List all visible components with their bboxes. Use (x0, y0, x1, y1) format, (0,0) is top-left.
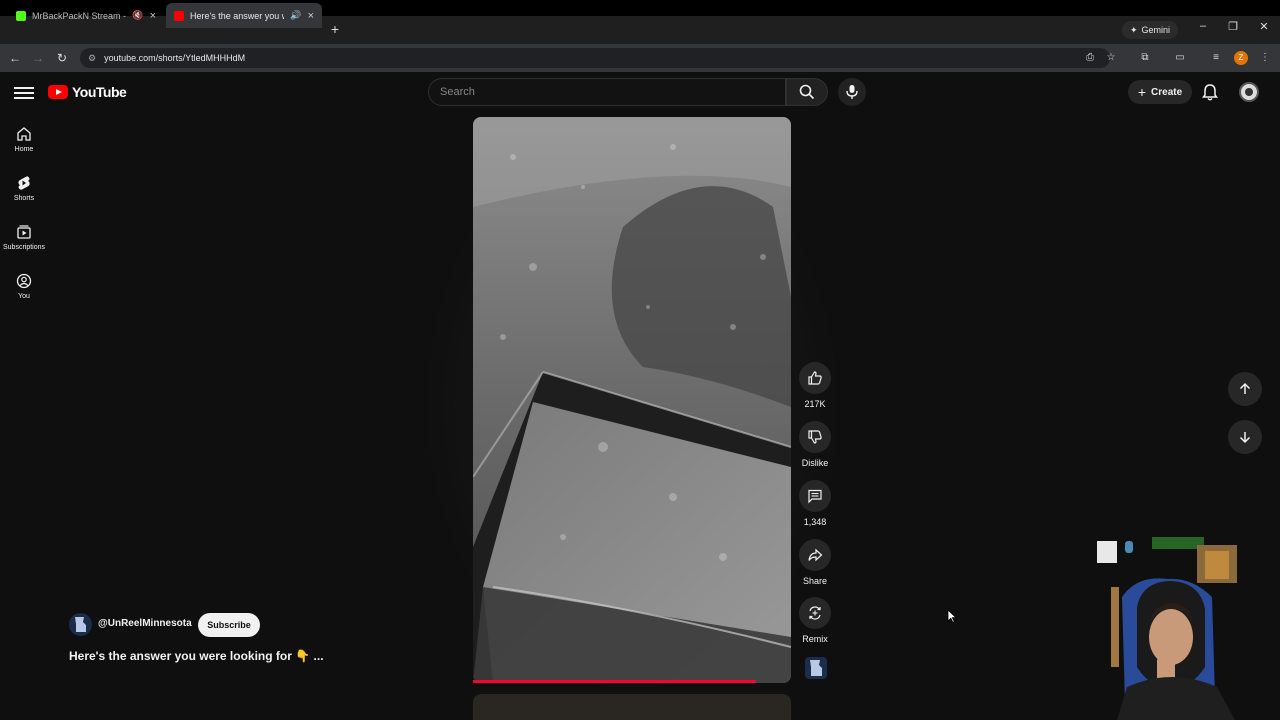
sidebar-panel-icon[interactable]: ▭ (1171, 49, 1189, 67)
youtube-favicon-icon (174, 10, 184, 21)
account-avatar[interactable] (1239, 82, 1259, 102)
home-icon (17, 127, 31, 141)
remix-label: Remix (802, 634, 828, 644)
sidebar-item-label: Subscriptions (2, 244, 46, 251)
search-button[interactable] (786, 78, 828, 106)
minimize-button[interactable]: – (1193, 20, 1213, 32)
extensions-icon[interactable]: ⧉ (1136, 49, 1154, 67)
like-button[interactable]: 217K (799, 362, 831, 409)
muted-audio-icon[interactable]: 🔇 (132, 10, 143, 21)
subscriptions-icon (17, 225, 31, 239)
sidebar-item-shorts[interactable]: Shorts (0, 175, 48, 202)
tab-close-icon[interactable]: × (308, 10, 314, 22)
share-label: Share (802, 576, 828, 586)
new-tab-button[interactable]: + (328, 20, 342, 38)
address-bar[interactable]: ⚙ youtube.com/shorts/YtledMHHHdM (80, 48, 1110, 68)
comment-count: 1,348 (803, 517, 827, 527)
restore-button[interactable]: ❐ (1223, 20, 1243, 33)
channel-name[interactable]: @UnReelMinnesota (98, 618, 192, 629)
you-icon (16, 273, 32, 289)
sparkle-icon: ✦ (1130, 24, 1138, 35)
audio-playing-icon[interactable]: 🔊 (290, 10, 301, 21)
dislike-button[interactable]: Dislike (799, 421, 831, 468)
profile-avatar[interactable]: Z (1234, 51, 1248, 65)
dislike-label: Dislike (801, 458, 829, 468)
thumbs-up-icon (808, 371, 822, 385)
next-short-preview (473, 694, 791, 720)
sidebar-item-you[interactable]: You (0, 273, 48, 300)
tab-youtube-short[interactable]: Here's the answer you were 🔊 × (166, 3, 322, 28)
youtube-logo[interactable]: YouTube (48, 84, 127, 100)
plus-icon: + (1137, 84, 1147, 100)
browser-menu-icon[interactable]: ⋮ (1256, 49, 1274, 67)
tab-close-icon[interactable]: × (150, 10, 156, 22)
thumbs-down-icon (808, 430, 822, 444)
streamer-webcam-overlay (1097, 537, 1263, 720)
channel-avatar[interactable] (69, 613, 92, 636)
youtube-wordmark: YouTube (72, 84, 127, 100)
bookmark-star-icon[interactable]: ☆ (1102, 49, 1120, 67)
create-label: Create (1151, 86, 1183, 98)
short-title[interactable]: Here's the answer you were looking for 👇… (69, 649, 324, 663)
comment-icon (808, 489, 822, 504)
sidebar-item-home[interactable]: Home (0, 126, 48, 153)
youtube-play-logo-icon (48, 85, 68, 99)
search-input[interactable]: Search (428, 78, 786, 106)
tab-title: MrBackPackN Stream - Wa (32, 10, 127, 21)
media-controls-icon[interactable]: ≡ (1207, 49, 1225, 67)
url-text: youtube.com/shorts/YtledMHHHdM (104, 53, 246, 63)
tab-title: Here's the answer you were (190, 10, 284, 21)
next-short-button[interactable] (1228, 420, 1262, 454)
remix-icon (809, 606, 821, 620)
subscribe-button[interactable]: Subscribe (198, 613, 260, 637)
search-icon (799, 84, 815, 100)
window-close-button[interactable]: ✕ (1254, 20, 1274, 33)
hamburger-menu-icon[interactable] (14, 85, 34, 101)
forward-button[interactable]: → (29, 49, 47, 67)
gemini-label: Gemini (1141, 25, 1171, 35)
kick-favicon-icon (16, 10, 26, 21)
ice-hole-video-frame (473, 117, 791, 683)
create-button[interactable]: + Create (1128, 80, 1192, 104)
share-button[interactable]: Share (799, 539, 831, 586)
shorts-icon (18, 176, 30, 190)
reload-button[interactable]: ↻ (53, 49, 71, 67)
video-progress-bar[interactable] (473, 680, 756, 683)
webcam-feed (1097, 537, 1237, 720)
voice-search-button[interactable] (838, 78, 866, 106)
comments-button[interactable]: 1,348 (799, 480, 831, 527)
like-count: 217K (804, 399, 826, 409)
microphone-icon (846, 85, 858, 99)
previous-short-button[interactable] (1228, 372, 1262, 406)
sidebar-item-label: Home (14, 146, 34, 153)
tab-kick-stream[interactable]: MrBackPackN Stream - Wa 🔇 × (8, 3, 164, 28)
mouse-cursor-icon (947, 609, 957, 623)
arrow-up-icon (1239, 382, 1251, 394)
share-icon (808, 548, 823, 562)
sidebar-item-subscriptions[interactable]: Subscriptions (0, 224, 48, 251)
gemini-button[interactable]: ✦ Gemini (1122, 21, 1179, 39)
short-video-player[interactable] (473, 117, 791, 683)
arrow-down-icon (1239, 432, 1251, 444)
remix-button[interactable]: Remix (799, 597, 831, 644)
notifications-bell-icon[interactable] (1200, 82, 1220, 102)
sidebar-item-label: You (18, 293, 30, 300)
install-app-icon[interactable]: ⎙ (1081, 49, 1099, 67)
sidebar-item-label: Shorts (13, 195, 35, 202)
channel-thumbnail[interactable] (805, 657, 827, 679)
minnesota-logo-icon (75, 617, 86, 632)
minnesota-logo-icon (810, 660, 822, 676)
back-button[interactable]: ← (6, 49, 24, 67)
site-info-icon[interactable]: ⚙ (88, 53, 96, 64)
